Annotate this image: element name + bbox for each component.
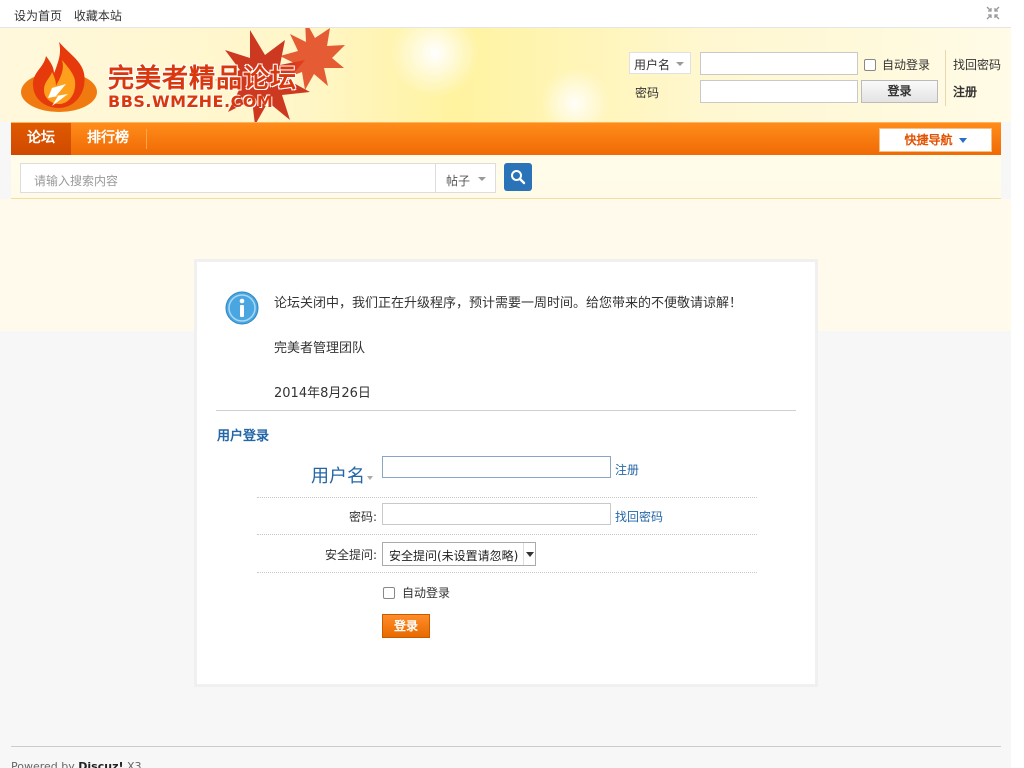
password-input[interactable]: [382, 503, 611, 525]
vertical-scrollbar[interactable]: [1011, 0, 1024, 768]
chevron-down-icon: [367, 476, 373, 480]
collapse-icon[interactable]: [986, 6, 1000, 20]
header-login-form: 用户名 密码 自动登录 登录 找回密码 注册: [627, 50, 1011, 108]
auto-login-label: 自动登录: [402, 586, 451, 600]
sun-glow-2: [540, 68, 610, 122]
bookmark-link[interactable]: 收藏本站: [74, 9, 122, 23]
register-link[interactable]: 注册: [953, 83, 977, 100]
auto-login-label: 自动登录: [882, 58, 931, 72]
chevron-down-icon: [523, 543, 535, 565]
header-password-label: 密码: [635, 86, 660, 100]
footer-divider: [11, 746, 1001, 747]
info-icon: [225, 291, 259, 325]
top-utility-bar: 设为首页 收藏本站: [0, 0, 1011, 28]
main-nav: 论坛 排行榜 快捷导航: [11, 122, 1001, 155]
tab-forum[interactable]: 论坛: [11, 123, 71, 155]
divider: [216, 410, 796, 411]
login-type-label: 用户名: [634, 58, 671, 72]
site-logo[interactable]: 完美者精品论坛 BBS.WMZHE.COM: [18, 38, 308, 114]
discuz-link[interactable]: Discuz!: [78, 760, 123, 768]
nav-divider: [146, 129, 147, 149]
chevron-down-icon: [676, 62, 684, 66]
auto-login-checkbox[interactable]: [383, 587, 395, 599]
message-signature: 完美者管理团队: [274, 341, 366, 356]
auto-login-option[interactable]: 自动登录: [383, 584, 450, 601]
username-type-label[interactable]: 用户名: [311, 462, 373, 488]
login-submit-button[interactable]: 登录: [382, 614, 430, 638]
closure-message: 论坛关闭中，我们正在升级程序，预计需要一周时间。给您带来的不便敬请谅解！: [274, 296, 743, 311]
footer-powered-by: Powered by Discuz! X3: [11, 760, 142, 768]
tab-ranking[interactable]: 排行榜: [75, 123, 141, 155]
search-type-label: 帖子: [446, 174, 471, 188]
login-section-title: 用户登录: [217, 429, 270, 444]
username-label-text: 用户名: [311, 466, 365, 487]
header-username-input[interactable]: [700, 52, 858, 75]
set-home-link[interactable]: 设为首页: [14, 9, 62, 23]
forgot-password-link[interactable]: 找回密码: [615, 508, 663, 525]
chevron-down-icon: [478, 177, 486, 181]
password-label: 密码:: [348, 510, 377, 524]
security-question-value: 安全提问(未设置请忽略): [389, 549, 519, 563]
register-link[interactable]: 注册: [615, 461, 639, 478]
logo-title: 完美者精品论坛: [108, 64, 298, 94]
forgot-password-link[interactable]: 找回密码: [953, 56, 1001, 73]
auto-login-checkbox[interactable]: [864, 59, 876, 71]
site-header: 完美者精品论坛 BBS.WMZHE.COM 用户名 密码 自动登录 登录 找回密…: [0, 28, 1011, 122]
logo-url: BBS.WMZHE.COM: [108, 92, 274, 111]
powered-prefix: Powered by: [11, 760, 79, 768]
message-date: 2014年8月26日: [274, 386, 371, 401]
search-button[interactable]: [504, 163, 532, 191]
notice-panel: 论坛关闭中，我们正在升级程序，预计需要一周时间。给您带来的不便敬请谅解！ 完美者…: [194, 259, 818, 687]
search-input[interactable]: 请输入搜索内容: [20, 163, 436, 193]
version-text: X3: [123, 760, 142, 768]
quick-nav-button[interactable]: 快捷导航: [879, 128, 992, 152]
security-question-label: 安全提问:: [324, 548, 377, 562]
header-login-button[interactable]: 登录: [861, 80, 938, 103]
quick-nav-label: 快捷导航: [904, 133, 953, 147]
sun-glow: [390, 28, 480, 98]
search-type-select[interactable]: 帖子: [435, 163, 496, 193]
security-question-select[interactable]: 安全提问(未设置请忽略): [382, 542, 536, 566]
top-links: 设为首页 收藏本站: [14, 7, 130, 24]
header-login-divider: [945, 50, 946, 106]
login-type-select[interactable]: 用户名: [629, 52, 691, 74]
chevron-down-icon: [958, 138, 967, 143]
search-bar: 请输入搜索内容 帖子: [11, 155, 1001, 199]
search-icon: [511, 170, 526, 185]
username-input[interactable]: [382, 456, 611, 478]
flame-logo-icon: [21, 42, 97, 112]
header-password-input[interactable]: [700, 80, 858, 103]
header-auto-login[interactable]: 自动登录: [864, 56, 930, 73]
